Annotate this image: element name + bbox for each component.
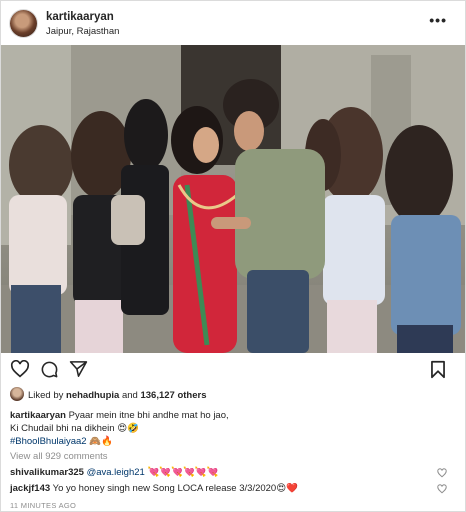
photo-illustration [1,45,465,353]
liked-by-and: and [119,390,141,401]
caption-line-1: kartikaaryan Pyaar mein itne bhi andhe m… [10,410,229,421]
bookmark-icon[interactable] [430,360,446,382]
caption-line-2: Ki Chudail bhi na dikhein 😍🤣 [10,423,139,434]
caption-emojis: 🙈🔥 [86,436,113,447]
share-icon[interactable] [69,360,88,381]
caption-hashtag[interactable]: #BhoolBhulaiyaa2 [10,436,87,447]
comment-username[interactable]: shivalikumar325 [10,467,84,478]
comment-mention[interactable]: @ava.leigh21 [87,467,145,478]
liked-by-others[interactable]: 136,127 others [140,390,206,401]
view-all-comments-link[interactable]: View all 929 comments [10,451,108,462]
heart-icon[interactable] [10,359,30,381]
comment-row: jackjf143 Yo yo honey singh new Song LOC… [10,483,450,494]
action-bar [1,356,465,384]
instagram-post: kartikaaryan Jaipur, Rajasthan ••• Liked… [0,0,466,512]
post-location[interactable]: Jaipur, Rajasthan [46,26,119,37]
post-photo[interactable] [1,45,465,353]
likes-summary: Liked by nehadhupia and 136,127 others [10,387,207,403]
liker-avatar[interactable] [10,387,24,401]
liked-by-user[interactable]: nehadhupia [66,390,119,401]
comment-row: shivalikumar325 @ava.leigh21 💘💘💘💘💘💘 [10,467,450,478]
avatar[interactable] [10,10,37,37]
caption-text-1: Pyaar mein itne bhi andhe mat ho jao, [65,410,229,421]
post-header: kartikaaryan Jaipur, Rajasthan ••• [1,1,465,45]
comment-text: Yo yo honey singh new Song LOCA release … [50,483,298,494]
comment-text: 💘💘💘💘💘💘 [144,467,219,478]
caption-text-2: Ki Chudail bhi na dikhein 😍🤣 [10,423,139,434]
comment-like-heart-icon[interactable] [437,484,447,494]
comment-like-heart-icon[interactable] [437,468,447,478]
post-username[interactable]: kartikaaryan [46,11,114,23]
liked-by-prefix: Liked by [28,390,67,401]
comment-icon[interactable] [40,360,59,382]
more-icon[interactable]: ••• [429,13,447,27]
post-timestamp[interactable]: 11 MINUTES AGO [10,501,76,510]
comment-username[interactable]: jackjf143 [10,483,50,494]
caption-line-3: #BhoolBhulaiyaa2 🙈🔥 [10,436,113,447]
caption-username[interactable]: kartikaaryan [10,410,66,421]
